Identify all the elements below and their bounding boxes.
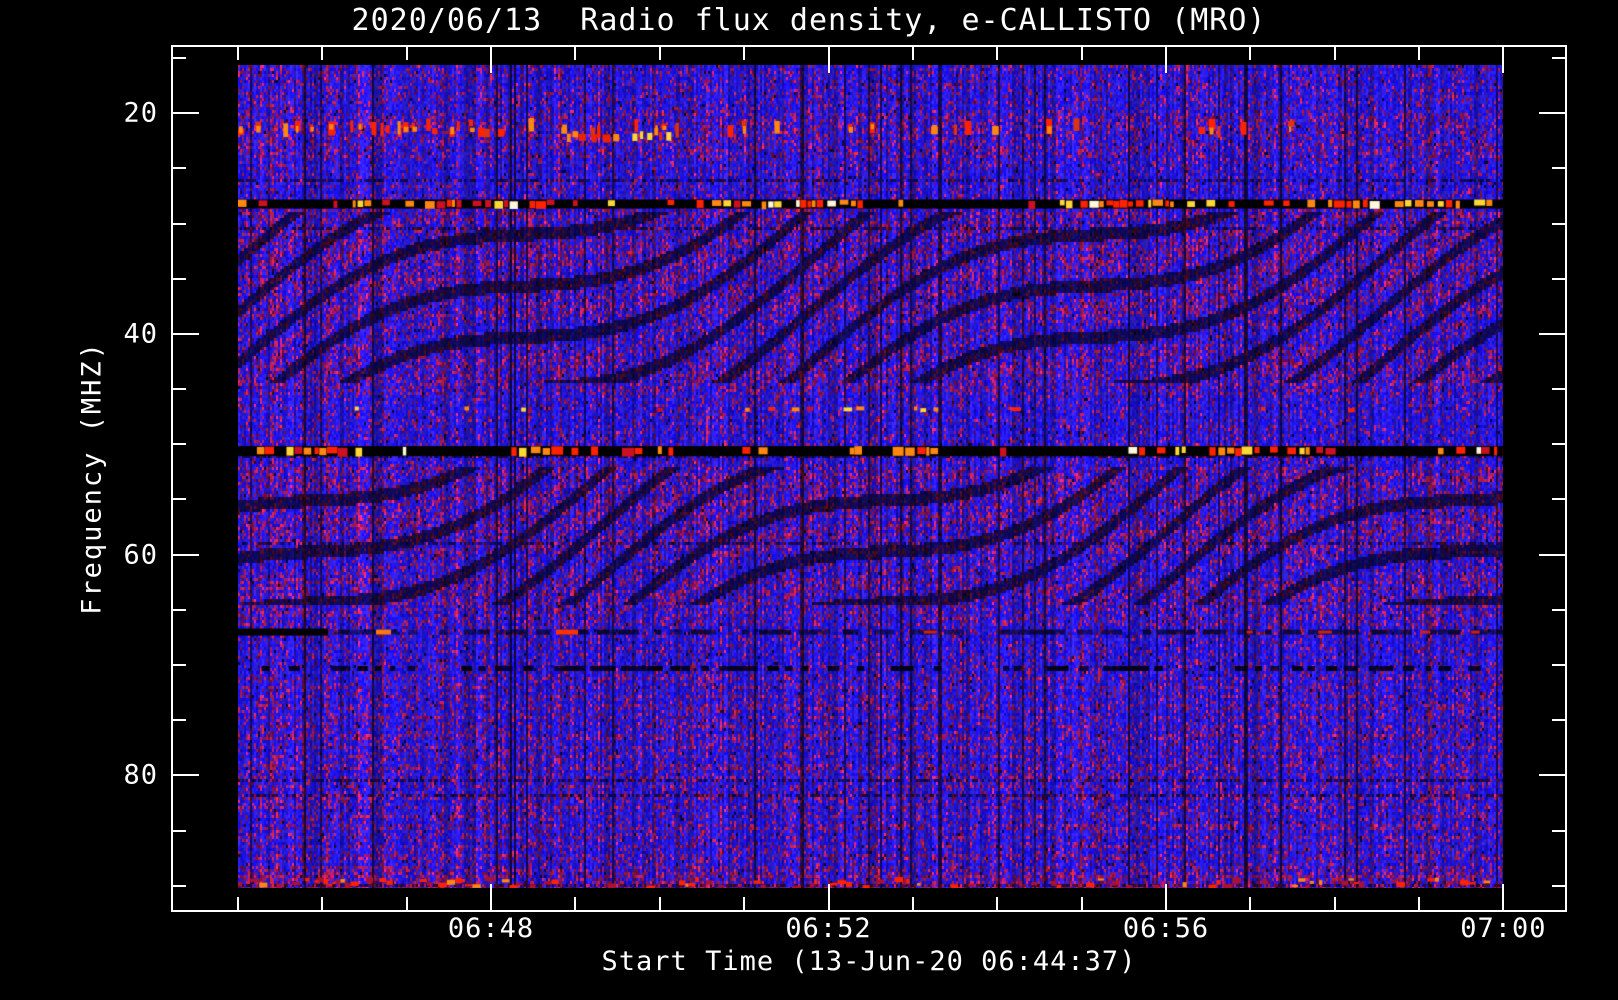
x-major-tick <box>827 884 830 910</box>
y-minor-tick <box>1552 443 1565 446</box>
y-minor-tick <box>1552 664 1565 666</box>
y-tick-label: 40 <box>123 318 158 350</box>
x-minor-tick <box>996 897 999 910</box>
y-tick-label: 80 <box>123 759 158 791</box>
y-minor-tick <box>1552 719 1565 722</box>
x-axis-label: Start Time (13-Jun-20 06:44:37) <box>601 946 1137 977</box>
y-major-tick <box>1539 332 1565 335</box>
y-minor-tick <box>173 167 186 170</box>
x-tick-label: 06:48 <box>447 913 535 944</box>
x-minor-tick <box>658 47 661 60</box>
x-tick-label: 06:52 <box>785 913 872 944</box>
y-minor-tick <box>173 443 186 446</box>
x-minor-tick <box>1418 897 1421 910</box>
x-minor-tick <box>574 47 577 60</box>
y-major-tick <box>173 112 199 115</box>
x-minor-tick <box>1249 897 1252 910</box>
x-minor-tick <box>1333 47 1336 60</box>
x-major-tick <box>490 884 493 910</box>
y-minor-tick <box>1552 498 1565 501</box>
y-minor-tick <box>1552 222 1565 225</box>
x-minor-tick <box>743 897 746 910</box>
y-minor-tick <box>1552 608 1565 611</box>
y-axis-label: Frequency (MHZ) <box>76 341 108 615</box>
y-minor-tick <box>1552 388 1565 391</box>
x-minor-tick <box>911 897 914 910</box>
y-major-tick <box>173 553 199 556</box>
x-major-tick <box>1164 884 1167 910</box>
x-major-tick <box>490 47 493 73</box>
callisto-spectrogram-page: 2020/06/13 Radio flux density, e-CALLIST… <box>0 0 1618 1000</box>
x-minor-tick <box>658 897 661 910</box>
x-minor-tick <box>321 47 324 60</box>
x-minor-tick <box>1080 897 1083 910</box>
y-major-tick <box>173 332 199 335</box>
y-minor-tick <box>173 222 186 225</box>
x-major-tick <box>827 47 830 73</box>
y-major-tick <box>173 774 199 777</box>
y-minor-tick <box>1552 167 1565 170</box>
x-minor-tick <box>1249 47 1252 60</box>
x-major-tick <box>1164 47 1167 73</box>
y-minor-tick <box>173 664 186 666</box>
y-tick-label: 60 <box>123 539 158 571</box>
plot-area <box>171 45 1567 912</box>
x-minor-tick <box>405 897 408 910</box>
x-minor-tick <box>1418 47 1421 60</box>
x-minor-tick <box>1080 47 1083 60</box>
x-minor-tick <box>405 47 408 60</box>
y-major-tick <box>1539 774 1565 777</box>
y-minor-tick <box>1552 57 1565 60</box>
x-tick-label: 06:56 <box>1122 913 1210 944</box>
x-major-tick <box>1502 47 1505 73</box>
x-minor-tick <box>236 47 239 60</box>
x-minor-tick <box>911 47 914 60</box>
x-minor-tick <box>236 897 239 910</box>
x-minor-tick <box>1333 897 1336 910</box>
x-major-tick <box>1502 884 1505 910</box>
y-major-tick <box>1539 553 1565 556</box>
y-tick-label: 20 <box>123 97 158 129</box>
x-minor-tick <box>743 47 746 60</box>
y-minor-tick <box>173 498 186 501</box>
y-minor-tick <box>173 719 186 722</box>
y-major-tick <box>1539 112 1565 115</box>
y-minor-tick <box>173 388 186 391</box>
y-minor-tick <box>173 57 186 60</box>
y-minor-tick <box>173 884 186 887</box>
y-minor-tick <box>1552 829 1565 832</box>
y-minor-tick <box>173 829 186 832</box>
spectrogram-image <box>238 65 1503 888</box>
x-minor-tick <box>321 897 324 910</box>
x-minor-tick <box>996 47 999 60</box>
y-minor-tick <box>173 608 186 611</box>
x-tick-label: 07:00 <box>1460 913 1547 944</box>
x-minor-tick <box>574 897 577 910</box>
y-minor-tick <box>173 277 186 280</box>
y-minor-tick <box>1552 884 1565 887</box>
y-minor-tick <box>1552 277 1565 280</box>
chart-title: 2020/06/13 Radio flux density, e-CALLIST… <box>351 3 1267 38</box>
